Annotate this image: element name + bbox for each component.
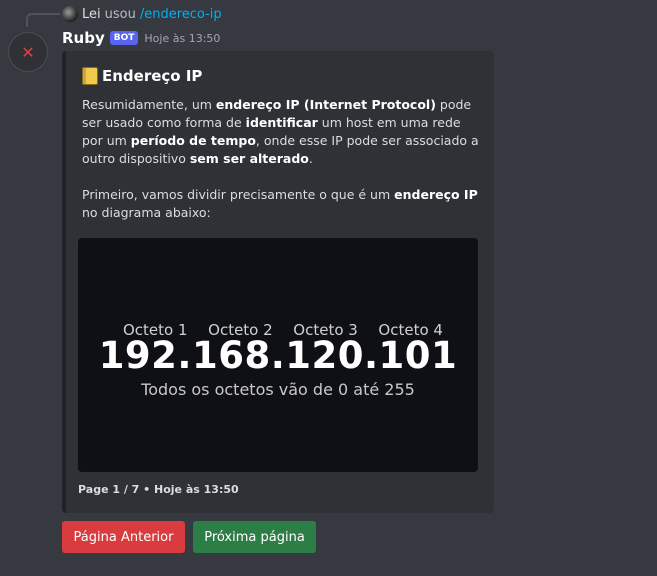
embed-title: Endereço IP: [82, 67, 202, 85]
octet-range-note: Todos os octetos vão de 0 até 255: [141, 380, 415, 399]
bold-text: endereço IP (Internet Protocol): [215, 97, 436, 112]
bot-avatar[interactable]: ✕: [8, 32, 48, 72]
text-run: Primeiro, vamos dividir precisamente o q…: [82, 187, 395, 202]
reply-command-link[interactable]: /endereco-ip: [140, 7, 222, 22]
ip-address-text: 192.168.120.101: [98, 334, 458, 377]
next-page-button[interactable]: Próxima página: [193, 521, 316, 553]
ip-diagram-image[interactable]: Octeto 1 Octeto 2 Octeto 3 Octeto 4 192.…: [78, 238, 478, 472]
embed-footer: Page 1 / 7 • Hoje às 13:50: [78, 483, 239, 496]
previous-page-button[interactable]: Página Anterior: [62, 521, 185, 553]
embed-card: Endereço IP Resumidamente, um endereço I…: [62, 51, 494, 513]
bold-text: sem ser alterado: [189, 151, 309, 166]
description-paragraph-2: Primeiro, vamos dividir precisamente o q…: [82, 186, 482, 222]
bold-text: identificar: [245, 115, 318, 130]
description-paragraph-1: Resumidamente, um endereço IP (Internet …: [82, 96, 482, 168]
bold-text: endereço IP: [394, 187, 478, 202]
reply-username[interactable]: Lei: [82, 7, 101, 22]
reply-verb: usou: [104, 6, 136, 22]
embed-title-text: Endereço IP: [102, 67, 203, 85]
message-timestamp: Hoje às 13:50: [144, 31, 221, 45]
text-run: .: [308, 151, 313, 166]
text-run: Resumidamente, um: [82, 97, 216, 112]
bold-text: período de tempo: [130, 133, 256, 148]
notebook-icon: [82, 67, 98, 85]
reply-avatar[interactable]: [62, 6, 78, 22]
bot-badge: BOT: [109, 31, 139, 45]
message-header: Ruby BOT Hoje às 13:50: [62, 28, 220, 48]
embed-description: Resumidamente, um endereço IP (Internet …: [82, 96, 482, 222]
author-name[interactable]: Ruby: [62, 29, 105, 47]
reply-connector: [26, 13, 60, 27]
text-run: no diagrama abaixo:: [82, 205, 211, 220]
reply-context[interactable]: Lei usou /endereco-ip: [62, 5, 222, 23]
